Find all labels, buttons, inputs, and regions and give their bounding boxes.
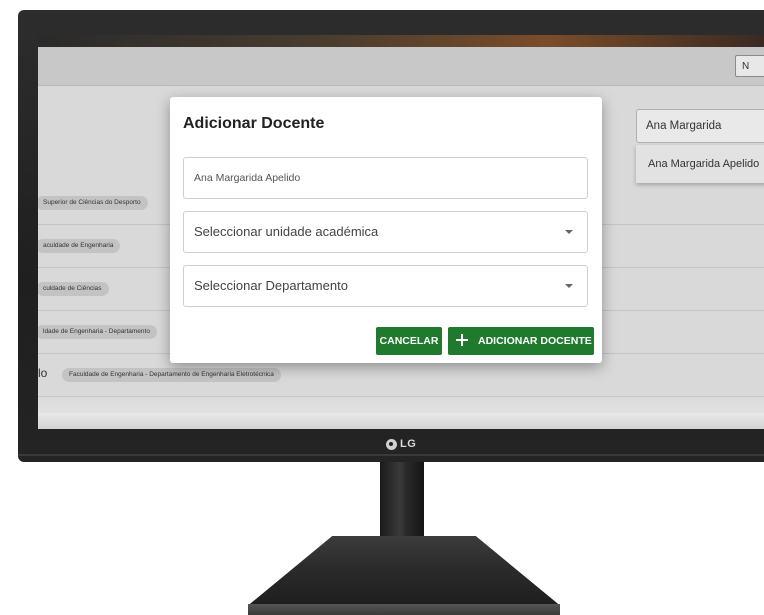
monitor-stand-base-edge	[248, 604, 560, 615]
search-suggestion[interactable]: Ana Margarida Apelido	[636, 145, 764, 183]
chevron-down-icon	[565, 230, 573, 234]
department-select[interactable]: Seleccionar Departamento	[183, 265, 588, 307]
cancel-button[interactable]: CANCELAR	[376, 327, 442, 355]
unit-chip: Superior de Ciências do Desporto	[38, 196, 148, 210]
monitor-chin	[18, 454, 764, 456]
unit-chip: ldade de Engenharia - Departamento	[38, 325, 157, 339]
docente-name-field[interactable]: Ana Margarida Apelido	[183, 157, 588, 199]
search-input[interactable]: Ana Margarida	[636, 109, 764, 143]
academic-unit-placeholder: Seleccionar unidade académica	[194, 224, 379, 239]
dialog-title: Adicionar Docente	[183, 115, 325, 132]
app-header: N	[38, 47, 764, 86]
academic-unit-select[interactable]: Seleccionar unidade académica	[183, 211, 588, 253]
docente-name: lo	[38, 366, 48, 380]
brand-logo-text: LG	[400, 438, 417, 450]
browser-top-strip	[38, 35, 764, 47]
add-docente-dialog: Adicionar Docente Ana Margarida Apelido …	[170, 97, 602, 363]
unit-chip: culdade de Ciências	[38, 282, 109, 296]
add-docente-label: ADICIONAR DOCENTE	[478, 335, 592, 347]
department-placeholder: Seleccionar Departamento	[194, 278, 348, 293]
unit-chip: aculdade de Engenharia	[38, 239, 121, 253]
monitor-stand-neck	[380, 462, 424, 542]
header-action-button[interactable]: N	[735, 55, 764, 77]
screen-glare	[38, 390, 764, 429]
add-docente-button[interactable]: ADICIONAR DOCENTE	[448, 327, 594, 355]
plus-icon	[456, 334, 468, 346]
unit-chip: Faculdade de Engenharia - Departamento d…	[62, 368, 281, 382]
chevron-down-icon	[565, 284, 573, 288]
screen: N Superior de Ciências do Desporto aculd…	[38, 35, 764, 429]
docente-name-value: Ana Margarida Apelido	[194, 172, 301, 184]
brand-logo: LG	[386, 436, 416, 452]
lg-logo-icon	[386, 438, 397, 450]
